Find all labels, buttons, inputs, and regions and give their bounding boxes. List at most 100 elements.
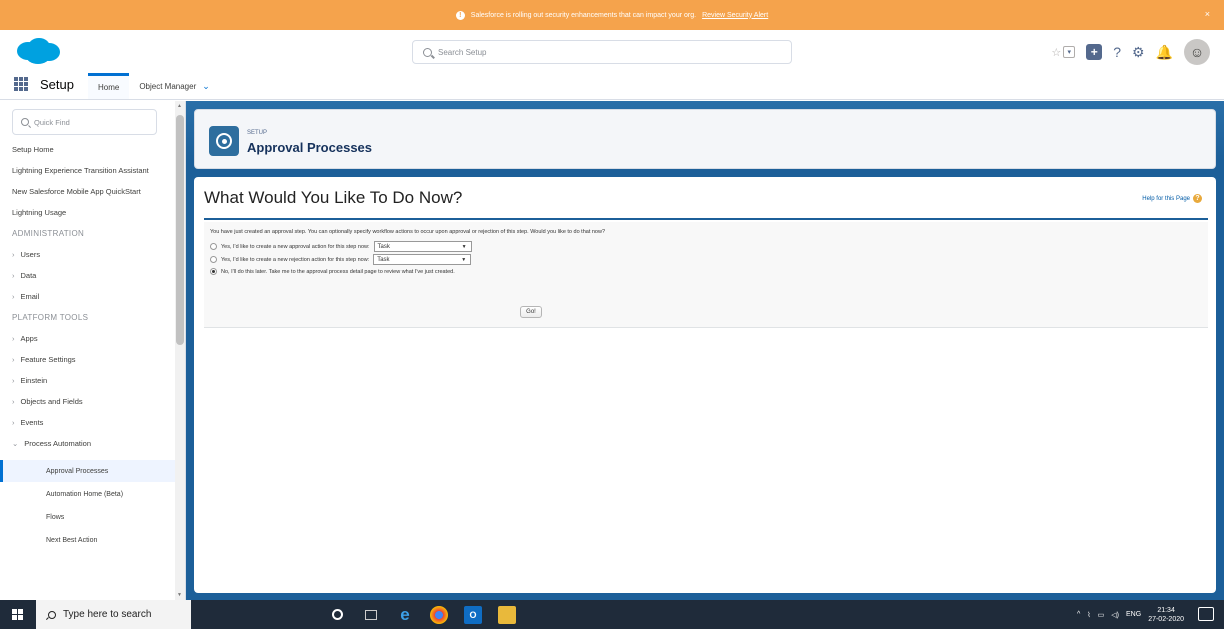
clock[interactable]: 21:34 27-02-2020 bbox=[1148, 606, 1184, 624]
outlook-icon[interactable]: O bbox=[464, 605, 482, 624]
system-tray: ^ ⌇ ▭ ◁) ENG 21:34 27-02-2020 bbox=[1077, 600, 1184, 629]
main-area: SETUP Approval Processes What Would You … bbox=[186, 101, 1224, 600]
search-icon bbox=[423, 47, 432, 57]
sidebar-item-flows[interactable]: Flows bbox=[0, 506, 185, 528]
help-for-this-page-link[interactable]: Help for this Page ? bbox=[1142, 194, 1202, 203]
sidebar-item-lightning-usage[interactable]: Lightning Usage bbox=[0, 208, 170, 218]
volume-icon[interactable]: ◁) bbox=[1111, 611, 1119, 619]
file-explorer-icon[interactable] bbox=[498, 605, 516, 624]
sidebar-item-data[interactable]: › Data bbox=[0, 271, 185, 280]
sidebar-item-objects-and-fields[interactable]: › Objects and Fields bbox=[0, 397, 185, 406]
help-link-label: Help for this Page bbox=[1142, 195, 1190, 202]
task-view-icon[interactable] bbox=[362, 606, 380, 624]
sidebar-item-users[interactable]: › Users bbox=[0, 250, 185, 259]
quick-find-input[interactable]: Quick Find bbox=[12, 109, 157, 135]
sidebar-item-label: Objects and Fields bbox=[20, 397, 83, 406]
radio-do-later[interactable] bbox=[210, 268, 217, 275]
sidebar-item-events[interactable]: › Events bbox=[0, 418, 185, 427]
option-label: Yes, I'd like to create a new rejection … bbox=[221, 256, 370, 263]
sidebar-item-label: Einstein bbox=[20, 376, 48, 385]
sidebar-item-einstein[interactable]: › Einstein bbox=[0, 376, 185, 385]
windows-logo-icon bbox=[12, 608, 24, 621]
chevron-down-icon[interactable]: ⌄ bbox=[202, 81, 210, 92]
app-title: Setup bbox=[40, 77, 74, 92]
scrollbar-thumb[interactable] bbox=[176, 115, 184, 345]
chevron-right-icon: › bbox=[12, 376, 15, 385]
tab-object-manager-label: Object Manager bbox=[139, 81, 197, 91]
chevron-right-icon: › bbox=[12, 271, 15, 280]
select-value: Task bbox=[377, 243, 390, 250]
option-label: Yes, I'd like to create a new approval a… bbox=[221, 243, 370, 250]
salesforce-logo[interactable] bbox=[14, 36, 62, 66]
sidebar-item-next-best-action[interactable]: Next Best Action bbox=[0, 529, 185, 551]
sidebar-item-approval-processes[interactable]: Approval Processes bbox=[0, 460, 185, 482]
tab-home[interactable]: Home bbox=[87, 73, 130, 99]
option-approval-action: Yes, I'd like to create a new approval a… bbox=[210, 241, 472, 252]
bell-icon[interactable]: 🔔 bbox=[1156, 45, 1173, 59]
sidebar-scrollbar[interactable]: ▲ ▼ bbox=[175, 101, 185, 600]
favorites-button[interactable]: ☆ ▾ bbox=[1051, 46, 1076, 59]
taskbar-search-placeholder: Type here to search bbox=[63, 609, 152, 620]
approval-action-select[interactable]: Task ▼ bbox=[373, 241, 472, 252]
page-header: SETUP Approval Processes bbox=[194, 109, 1216, 169]
tab-object-manager[interactable]: Object Manager ⌄ bbox=[129, 73, 219, 99]
taskbar-search-input[interactable]: Type here to search bbox=[36, 600, 191, 629]
sidebar-item-process-automation[interactable]: ⌄ Process Automation bbox=[0, 439, 185, 448]
sidebar-item-setup-home[interactable]: Setup Home bbox=[0, 145, 170, 155]
chevron-right-icon: › bbox=[12, 397, 15, 406]
show-hidden-icons-icon[interactable]: ^ bbox=[1077, 611, 1080, 618]
chevron-down-icon: ▼ bbox=[461, 256, 467, 263]
page-title: Approval Processes bbox=[247, 140, 373, 155]
language-indicator[interactable]: ENG bbox=[1126, 611, 1141, 618]
intro-text: You have just created an approval step. … bbox=[210, 229, 606, 235]
start-button[interactable] bbox=[0, 600, 36, 629]
chevron-right-icon: › bbox=[12, 355, 15, 364]
rejection-action-select[interactable]: Task ▼ bbox=[373, 254, 472, 265]
avatar[interactable]: ☺ bbox=[1184, 39, 1210, 65]
title-divider bbox=[204, 218, 1208, 220]
go-button[interactable]: Go! bbox=[520, 306, 542, 318]
scroll-down-icon[interactable]: ▼ bbox=[177, 592, 182, 598]
warning-icon: ! bbox=[455, 10, 465, 20]
chevron-right-icon: › bbox=[12, 250, 15, 259]
internet-explorer-icon[interactable]: e bbox=[396, 605, 414, 624]
cortana-icon[interactable] bbox=[328, 606, 346, 624]
radio-rejection-action[interactable] bbox=[210, 256, 217, 263]
approval-process-icon bbox=[209, 126, 239, 156]
review-security-alert-link[interactable]: Review Security Alert bbox=[702, 12, 768, 19]
search-setup-input[interactable]: Search Setup bbox=[412, 40, 792, 64]
star-icon: ☆ bbox=[1051, 46, 1062, 59]
sidebar-item-apps[interactable]: › Apps bbox=[0, 334, 185, 343]
gear-icon[interactable]: ⚙ bbox=[1132, 45, 1145, 59]
sidebar-item-label: Users bbox=[20, 250, 41, 259]
radio-approval-action[interactable] bbox=[210, 243, 217, 250]
scroll-up-icon[interactable]: ▲ bbox=[177, 103, 182, 109]
quick-find-placeholder: Quick Find bbox=[34, 117, 70, 127]
help-icon[interactable]: ? bbox=[1113, 45, 1121, 59]
content-panel: What Would You Like To Do Now? Help for … bbox=[194, 177, 1216, 593]
chevron-right-icon: › bbox=[12, 292, 15, 301]
windows-taskbar: Type here to search e O ^ ⌇ ▭ ◁) ENG 21:… bbox=[0, 600, 1224, 629]
clock-time: 21:34 bbox=[1157, 606, 1175, 614]
sidebar-item-automation-home[interactable]: Automation Home (Beta) bbox=[0, 483, 185, 505]
option-do-later: No, I'll do this later. Take me to the a… bbox=[210, 268, 455, 275]
tab-home-label: Home bbox=[97, 83, 120, 92]
chevron-down-icon[interactable]: ▾ bbox=[1063, 46, 1076, 58]
search-icon bbox=[48, 610, 56, 619]
taskbar-apps: e O bbox=[328, 600, 516, 629]
close-icon[interactable]: × bbox=[1205, 9, 1210, 19]
sidebar-item-feature-settings[interactable]: › Feature Settings bbox=[0, 355, 185, 364]
network-icon[interactable]: ⌇ bbox=[1087, 611, 1090, 619]
sidebar-heading-administration: ADMINISTRATION bbox=[12, 229, 85, 238]
app-launcher-icon[interactable] bbox=[14, 77, 28, 91]
notifications-icon[interactable] bbox=[1198, 607, 1214, 621]
sidebar-item-email[interactable]: › Email bbox=[0, 292, 185, 301]
sidebar-item-mobile-quickstart[interactable]: New Salesforce Mobile App QuickStart bbox=[0, 187, 170, 197]
options-panel: You have just created an approval step. … bbox=[204, 222, 1208, 328]
chrome-icon[interactable] bbox=[430, 605, 448, 624]
global-actions-plus-icon[interactable]: + bbox=[1086, 44, 1103, 60]
banner-message: Salesforce is rolling out security enhan… bbox=[470, 11, 697, 19]
search-placeholder: Search Setup bbox=[438, 47, 487, 57]
battery-icon[interactable]: ▭ bbox=[1098, 611, 1105, 619]
sidebar-item-lightning-transition[interactable]: Lightning Experience Transition Assistan… bbox=[0, 166, 170, 176]
